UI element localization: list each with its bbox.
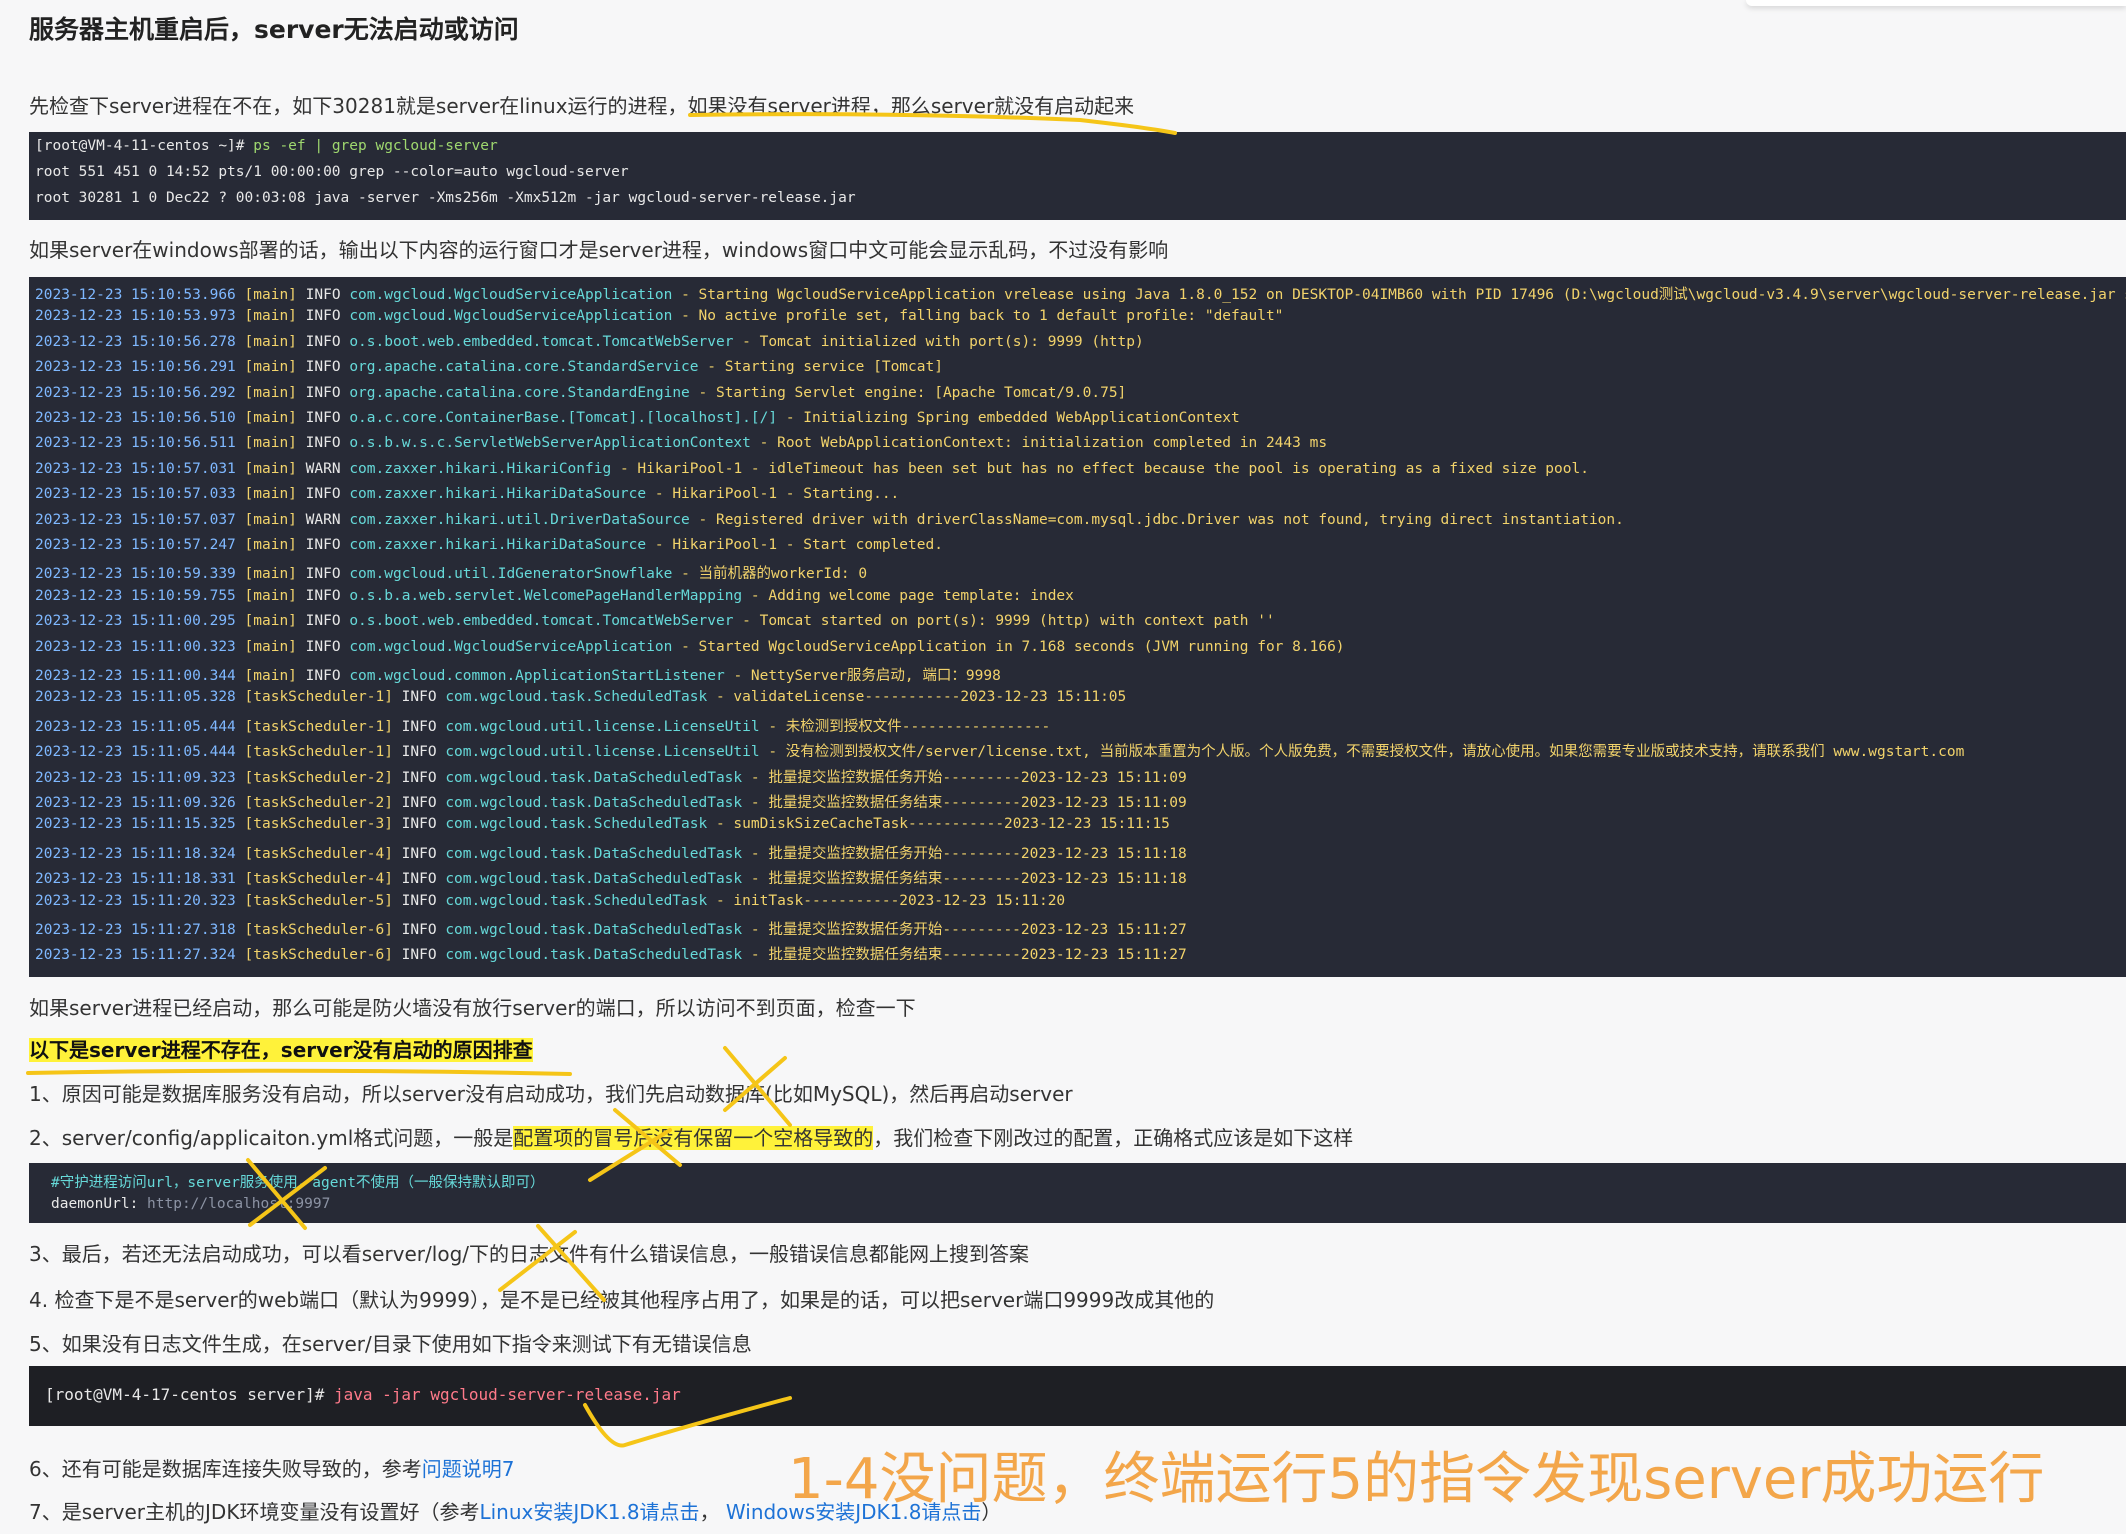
annotation-marks xyxy=(26,112,1177,1448)
cross-mark xyxy=(498,1224,606,1302)
underline-mark xyxy=(583,1396,792,1448)
cross-mark xyxy=(588,1108,682,1182)
underline-mark xyxy=(26,1068,572,1076)
underline-mark xyxy=(688,112,1177,135)
cross-mark xyxy=(246,1158,327,1230)
cross-mark xyxy=(723,1046,792,1127)
article-page: 服务器主机重启后，server无法启动或访问 先检查下server进程在不在，如… xyxy=(0,0,2126,1534)
